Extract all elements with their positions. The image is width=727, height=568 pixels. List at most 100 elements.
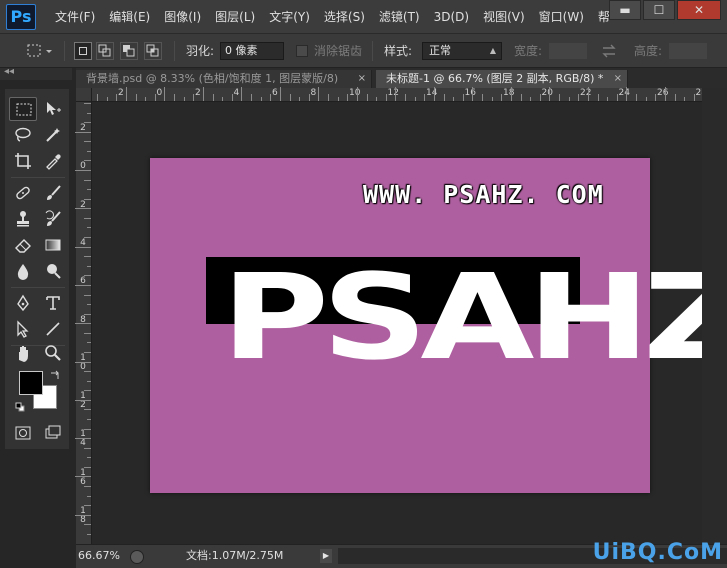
ruler-tick xyxy=(231,94,233,101)
menu-3d[interactable]: 3D(D) xyxy=(427,0,476,34)
ruler-tick xyxy=(75,438,91,440)
ruler-number: 6 xyxy=(272,88,278,98)
menu-layer[interactable]: 图层(L) xyxy=(208,0,262,34)
default-colors-icon[interactable] xyxy=(15,402,25,412)
canvas-headline-text: PSAHZ xyxy=(221,248,702,386)
horizontal-ruler[interactable]: 20246810121416182022242628 xyxy=(92,87,707,102)
new-selection-button[interactable] xyxy=(74,42,92,60)
ruler-tick xyxy=(174,94,175,101)
dodge-tool[interactable] xyxy=(39,259,67,283)
feather-input[interactable]: 0 像素 xyxy=(220,42,284,60)
ruler-tick xyxy=(116,94,118,101)
ruler-tick xyxy=(626,87,628,101)
tab-label: 背景墙.psd @ 8.33% (色相/饱和度 1, 图层蒙版/8) xyxy=(86,72,339,85)
ruler-tick xyxy=(539,94,541,101)
gradient-tool[interactable] xyxy=(39,233,67,257)
ruler-tick xyxy=(376,97,378,101)
menu-file[interactable]: 文件(F) xyxy=(48,0,102,34)
height-input[interactable] xyxy=(668,42,708,60)
toolbox-collapse-strip[interactable]: ◂◂ xyxy=(0,66,72,80)
foreground-color-swatch[interactable] xyxy=(19,371,43,395)
screen-mode-icon xyxy=(45,425,61,439)
vertical-scrollbar[interactable] xyxy=(702,88,727,544)
rectangular-marquee-tool[interactable] xyxy=(9,97,37,121)
menu-image[interactable]: 图像(I) xyxy=(157,0,208,34)
ruler-tick xyxy=(75,514,91,516)
arrow-cursor-icon xyxy=(17,320,29,338)
intersect-selection-button[interactable] xyxy=(144,42,162,60)
ruler-tick xyxy=(597,94,599,101)
tool-preset-picker[interactable] xyxy=(26,42,56,60)
magic-wand-tool[interactable] xyxy=(39,123,67,147)
ruler-number: 0 xyxy=(156,88,163,98)
zoom-level-field[interactable]: 66.67% xyxy=(78,549,120,563)
minimize-button[interactable]: ▬ xyxy=(609,0,641,20)
add-selection-button[interactable] xyxy=(96,42,114,60)
ruler-tick xyxy=(84,332,91,334)
info-icon[interactable] xyxy=(130,550,144,564)
antialias-checkbox[interactable] xyxy=(296,45,308,57)
zoom-tool[interactable] xyxy=(39,341,67,365)
maximize-button[interactable]: ☐ xyxy=(643,0,675,20)
blur-tool[interactable] xyxy=(9,259,37,283)
brush-tool[interactable] xyxy=(39,181,67,205)
width-input[interactable] xyxy=(548,42,588,60)
hand-tool[interactable] xyxy=(9,341,37,365)
eraser-tool[interactable] xyxy=(9,233,37,257)
status-menu-arrow-icon[interactable]: ▶ xyxy=(320,549,332,563)
document-canvas[interactable]: PSAHZ WWW. PSAHZ. COM xyxy=(150,158,702,493)
menu-type[interactable]: 文字(Y) xyxy=(262,0,317,34)
crop-tool[interactable] xyxy=(9,149,37,173)
ruler-number: 18 xyxy=(503,88,515,98)
close-icon[interactable]: × xyxy=(614,70,622,88)
close-button[interactable]: ✕ xyxy=(677,0,721,20)
ruler-tick xyxy=(636,94,637,101)
subtract-selection-button[interactable] xyxy=(120,42,138,60)
clone-stamp-tool[interactable] xyxy=(9,207,37,231)
tab-background-wall[interactable]: 背景墙.psd @ 8.33% (色相/饱和度 1, 图层蒙版/8) × xyxy=(76,70,372,88)
spot-healing-tool[interactable] xyxy=(9,181,37,205)
menu-select[interactable]: 选择(S) xyxy=(317,0,372,34)
workspace[interactable]: PSAHZ WWW. PSAHZ. COM xyxy=(92,102,702,544)
swap-dimensions-button[interactable] xyxy=(600,42,620,60)
ruler-tick xyxy=(84,141,91,143)
pen-tool[interactable] xyxy=(9,291,37,315)
ruler-number: 16 xyxy=(464,88,476,98)
separator xyxy=(11,177,65,178)
style-dropdown[interactable]: 正常 ▲ xyxy=(422,42,502,60)
screen-mode-button[interactable] xyxy=(39,421,67,445)
move-tool[interactable] xyxy=(39,97,67,121)
lasso-tool[interactable] xyxy=(9,123,37,147)
ruler-number: 26 xyxy=(657,88,669,98)
menu-view[interactable]: 视图(V) xyxy=(476,0,532,34)
menu-filter[interactable]: 滤镜(T) xyxy=(372,0,427,34)
swap-colors-icon[interactable] xyxy=(49,369,61,381)
menu-window[interactable]: 窗口(W) xyxy=(532,0,591,34)
tab-untitled-1[interactable]: 未标题-1 @ 66.7% (图层 2 副本, RGB/8) * × xyxy=(376,70,628,88)
ruler-tick xyxy=(87,342,91,344)
history-brush-tool[interactable] xyxy=(39,207,67,231)
eyedropper-tool[interactable] xyxy=(39,149,67,173)
vertical-ruler[interactable]: 2024681012141618 xyxy=(75,102,92,544)
canvas-url-text: WWW. PSAHZ. COM xyxy=(363,180,604,209)
ruler-tick xyxy=(193,94,195,101)
ruler-tick xyxy=(530,97,532,101)
menu-edit[interactable]: 编辑(E) xyxy=(102,0,157,34)
close-icon[interactable]: × xyxy=(358,70,366,88)
ruler-tick xyxy=(520,94,522,101)
ruler-tick xyxy=(222,97,224,101)
ruler-tick xyxy=(414,97,416,101)
ruler-tick xyxy=(328,94,329,101)
ruler-tick xyxy=(472,87,474,101)
ruler-tick xyxy=(684,97,686,101)
ruler-number: 8 xyxy=(310,88,317,98)
move-icon xyxy=(47,102,61,115)
window-controls: ▬ ☐ ✕ xyxy=(607,0,721,20)
path-selection-tool[interactable] xyxy=(9,317,37,341)
ruler-tick xyxy=(616,94,618,101)
quick-mask-button[interactable] xyxy=(9,421,37,445)
ruler-tick xyxy=(385,94,387,101)
line-tool[interactable] xyxy=(39,317,67,341)
type-tool[interactable] xyxy=(39,291,67,315)
ruler-origin[interactable] xyxy=(76,88,92,102)
